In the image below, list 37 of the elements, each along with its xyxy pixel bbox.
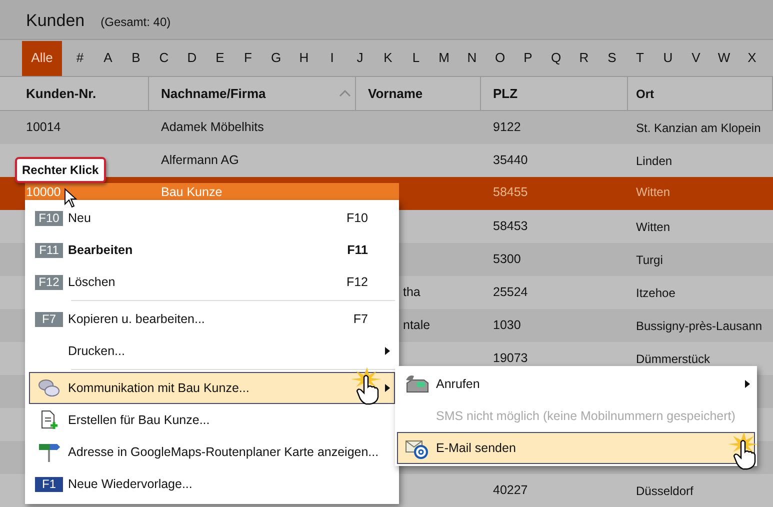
page-title: Kunden: [26, 10, 85, 32]
table-cell-text: 58455: [493, 184, 528, 201]
table-cell-text: 9122: [493, 119, 521, 136]
table-cell-text: 10000: [26, 184, 61, 201]
table-cell-text: Linden: [636, 152, 672, 170]
table-cell-text: 10014: [26, 119, 61, 136]
shortcut-label: F7: [353, 312, 368, 326]
table-cell-text: Alfermann AG: [161, 152, 239, 170]
table-cell-text: ntale: [403, 317, 430, 334]
table-cell-text: Düsseldorf: [636, 482, 694, 500]
table-cell-text: Dümmerstück: [636, 350, 710, 368]
record-count: (Gesamt: 40): [100, 14, 171, 31]
table-cell-text: Itzehoe: [636, 284, 676, 302]
table-cell-text: Witten: [636, 218, 670, 236]
table-cell-text: Adamek Möbelhits: [161, 119, 264, 136]
table-cell-text: Turgi: [636, 252, 663, 268]
table-cell-text: 40227: [493, 482, 528, 500]
callout-label: Rechter Klick: [15, 157, 106, 183]
key-badge: F1: [35, 476, 63, 492]
table-cell-text: 5300: [493, 251, 521, 268]
key-badge: F11: [35, 242, 63, 258]
key-badge: F7: [35, 312, 63, 326]
shortcut-label: F11: [347, 242, 368, 257]
table-cell-text: Witten: [636, 184, 670, 201]
table-cell-text: St. Kanzian am Klopein: [636, 120, 761, 136]
key-badge: F12: [35, 274, 63, 290]
table-cell-text: Bussigny-près-Lausann: [636, 318, 762, 334]
table-cell-text: 25524: [493, 284, 528, 302]
table-cell-text: Bau Kunze: [161, 184, 222, 201]
table-cell-text: 1030: [493, 317, 521, 334]
table-cell-text: 58453: [493, 218, 528, 236]
table-cell-text: 19073: [493, 350, 528, 368]
shortcut-label: F12: [346, 274, 368, 289]
table-cell-text: 35440: [493, 152, 528, 170]
table-cell-text: tha: [403, 284, 420, 302]
shortcut-label: F10: [346, 210, 368, 225]
key-badge: F10: [35, 210, 63, 226]
